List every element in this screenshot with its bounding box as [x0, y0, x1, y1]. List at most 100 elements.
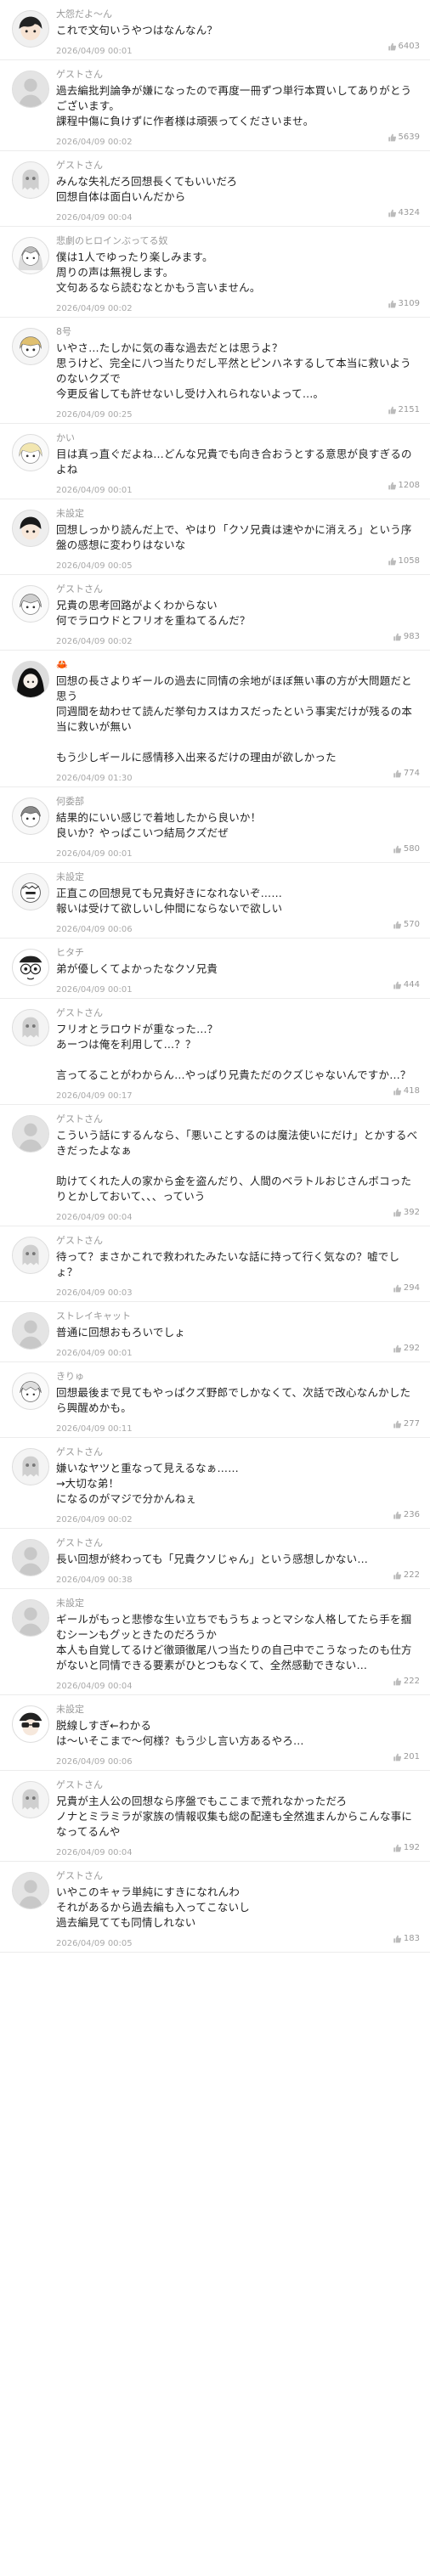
comment-item: 未設定 正直この回想見ても兄貴好きになれないぞ…… 報いは受けて欲しいし仲間にな…: [0, 863, 430, 939]
like-count: 222: [403, 1570, 420, 1580]
comment-text: 弟が優しくてよかったなクソ兄貴: [56, 962, 218, 975]
like-button[interactable]: 294: [393, 1282, 420, 1294]
like-button[interactable]: 1208: [388, 480, 420, 492]
comment-item: 何委部 結果的にいい感じで着地したから良いか！ 良いか？やっぱこいつ結局クズだぜ…: [0, 787, 430, 863]
comment-date: 2026/04/09 00:04: [56, 1213, 133, 1222]
user-name[interactable]: 未設定: [56, 871, 420, 883]
user-name[interactable]: ゲストさん: [56, 1007, 420, 1019]
like-button[interactable]: 4324: [388, 207, 420, 219]
ghost-avatar[interactable]: [12, 1448, 49, 1485]
manga-girl-avatar[interactable]: [12, 237, 49, 274]
like-count: 236: [403, 1510, 420, 1519]
like-button[interactable]: 222: [393, 1676, 420, 1688]
comment-meta: 2026/04/09 00:02 5639: [56, 132, 420, 147]
like-button[interactable]: 580: [393, 843, 420, 855]
like-button[interactable]: 183: [393, 1933, 420, 1945]
dark-girl-avatar[interactable]: [12, 661, 49, 698]
like-button[interactable]: 2151: [388, 404, 420, 416]
like-count: 222: [403, 1677, 420, 1686]
like-button[interactable]: 418: [393, 1085, 420, 1097]
comment-meta: 2026/04/09 00:04 192: [56, 1842, 420, 1857]
user-name[interactable]: 未設定: [56, 1704, 420, 1716]
user-name[interactable]: ゲストさん: [56, 1870, 420, 1882]
dark-hair-avatar[interactable]: [12, 510, 49, 547]
comment-meta: 2026/04/09 00:02 983: [56, 631, 420, 646]
comment-date: 2026/04/09 00:06: [56, 925, 133, 934]
user-name[interactable]: ゲストさん: [56, 1779, 420, 1791]
user-name[interactable]: 悲劇のヒロインぶってる奴: [56, 235, 420, 247]
glasses-avatar[interactable]: [12, 1705, 49, 1743]
user-name[interactable]: ゲストさん: [56, 69, 420, 81]
ghost-avatar[interactable]: [12, 1781, 49, 1818]
like-count: 6403: [398, 42, 420, 51]
comment-text: 嫌いなヤツと重なって見えるなぁ…… →大切な弟！ になるのがマジで分かんねぇ: [56, 1462, 239, 1505]
user-name[interactable]: ゲストさん: [56, 1235, 420, 1247]
comment-date: 2026/04/09 00:05: [56, 1939, 133, 1948]
comment-text: 僕は1人でゆったり楽しみます。 周りの声は無視します。 文句あるなら読むなとかも…: [56, 251, 261, 294]
manga-girl3-avatar[interactable]: [12, 585, 49, 623]
user-name[interactable]: 🦀: [56, 659, 420, 671]
like-button[interactable]: 236: [393, 1509, 420, 1521]
like-button[interactable]: 392: [393, 1207, 420, 1219]
like-button[interactable]: 983: [393, 631, 420, 643]
comment-date: 2026/04/09 00:04: [56, 1848, 133, 1857]
ghost-avatar[interactable]: [12, 1237, 49, 1274]
like-count: 192: [403, 1843, 420, 1852]
ghost-avatar[interactable]: [12, 1009, 49, 1046]
like-button[interactable]: 222: [393, 1570, 420, 1581]
comment-date: 2026/04/09 00:11: [56, 1424, 133, 1434]
user-name[interactable]: ヒタチ: [56, 947, 420, 959]
thumbs-up-icon: [388, 482, 396, 490]
like-button[interactable]: 192: [393, 1842, 420, 1854]
default-avatar[interactable]: [12, 1599, 49, 1637]
user-name[interactable]: ゲストさん: [56, 160, 420, 172]
user-name[interactable]: ゲストさん: [56, 1113, 420, 1125]
user-name[interactable]: 8号: [56, 326, 420, 338]
blonde-avatar[interactable]: [12, 434, 49, 471]
thumbs-up-icon: [388, 300, 396, 308]
comment-item: ゲストさん みんな失礼だろ回想長くてもいいだろ 回想自体は面白いんだから 202…: [0, 151, 430, 227]
comment-date: 2026/04/09 00:05: [56, 561, 133, 571]
user-name[interactable]: 大怨だよ〜ん: [56, 8, 420, 20]
user-name[interactable]: 何委部: [56, 796, 420, 808]
dark-hair-boy-avatar[interactable]: [12, 10, 49, 48]
user-name[interactable]: きりゅ: [56, 1371, 420, 1383]
like-button[interactable]: 201: [393, 1751, 420, 1763]
comment-text: ギールがもっと悲惨な生い立ちでもうちょっとマシな人格してたら手を掴むシーンもグッ…: [56, 1613, 412, 1671]
comment-date: 2026/04/09 00:01: [56, 849, 133, 859]
sketch-avatar[interactable]: [12, 1373, 49, 1410]
user-name[interactable]: ゲストさん: [56, 583, 420, 595]
like-button[interactable]: 292: [393, 1343, 420, 1355]
manga-man-avatar[interactable]: [12, 798, 49, 835]
default-avatar[interactable]: [12, 1539, 49, 1576]
comment-meta: 2026/04/09 00:01 6403: [56, 41, 420, 56]
default-avatar[interactable]: [12, 1115, 49, 1153]
user-name[interactable]: ゲストさん: [56, 1537, 420, 1549]
like-button[interactable]: 5639: [388, 132, 420, 144]
like-button[interactable]: 1058: [388, 555, 420, 567]
comment-item: ゲストさん 待って？まさかこれで救われたみたいな話に持って行く気なの？嘘でしょ？…: [0, 1226, 430, 1302]
comment-date: 2026/04/09 01:30: [56, 774, 133, 783]
comment-date: 2026/04/09 00:04: [56, 213, 133, 223]
like-button[interactable]: 3109: [388, 298, 420, 310]
ghost-avatar[interactable]: [12, 161, 49, 199]
default-avatar[interactable]: [12, 1872, 49, 1909]
user-name[interactable]: 未設定: [56, 508, 420, 520]
like-button[interactable]: 444: [393, 979, 420, 991]
default-avatar[interactable]: [12, 1312, 49, 1350]
like-button[interactable]: 774: [393, 768, 420, 780]
like-button[interactable]: 6403: [388, 41, 420, 53]
comment-date: 2026/04/09 00:01: [56, 985, 133, 995]
comment-meta: 2026/04/09 00:06 570: [56, 919, 420, 934]
like-button[interactable]: 277: [393, 1418, 420, 1430]
manga-girl2-avatar[interactable]: [12, 328, 49, 365]
cartoon-face-avatar[interactable]: [12, 949, 49, 986]
comment-item: ヒタチ 弟が優しくてよかったなクソ兄貴 2026/04/09 00:01 444: [0, 939, 430, 999]
user-name[interactable]: かい: [56, 432, 420, 444]
like-button[interactable]: 570: [393, 919, 420, 931]
user-name[interactable]: 未設定: [56, 1598, 420, 1609]
default-avatar[interactable]: [12, 70, 49, 108]
monk-avatar[interactable]: [12, 873, 49, 910]
user-name[interactable]: ストレイキャット: [56, 1311, 420, 1322]
user-name[interactable]: ゲストさん: [56, 1446, 420, 1458]
